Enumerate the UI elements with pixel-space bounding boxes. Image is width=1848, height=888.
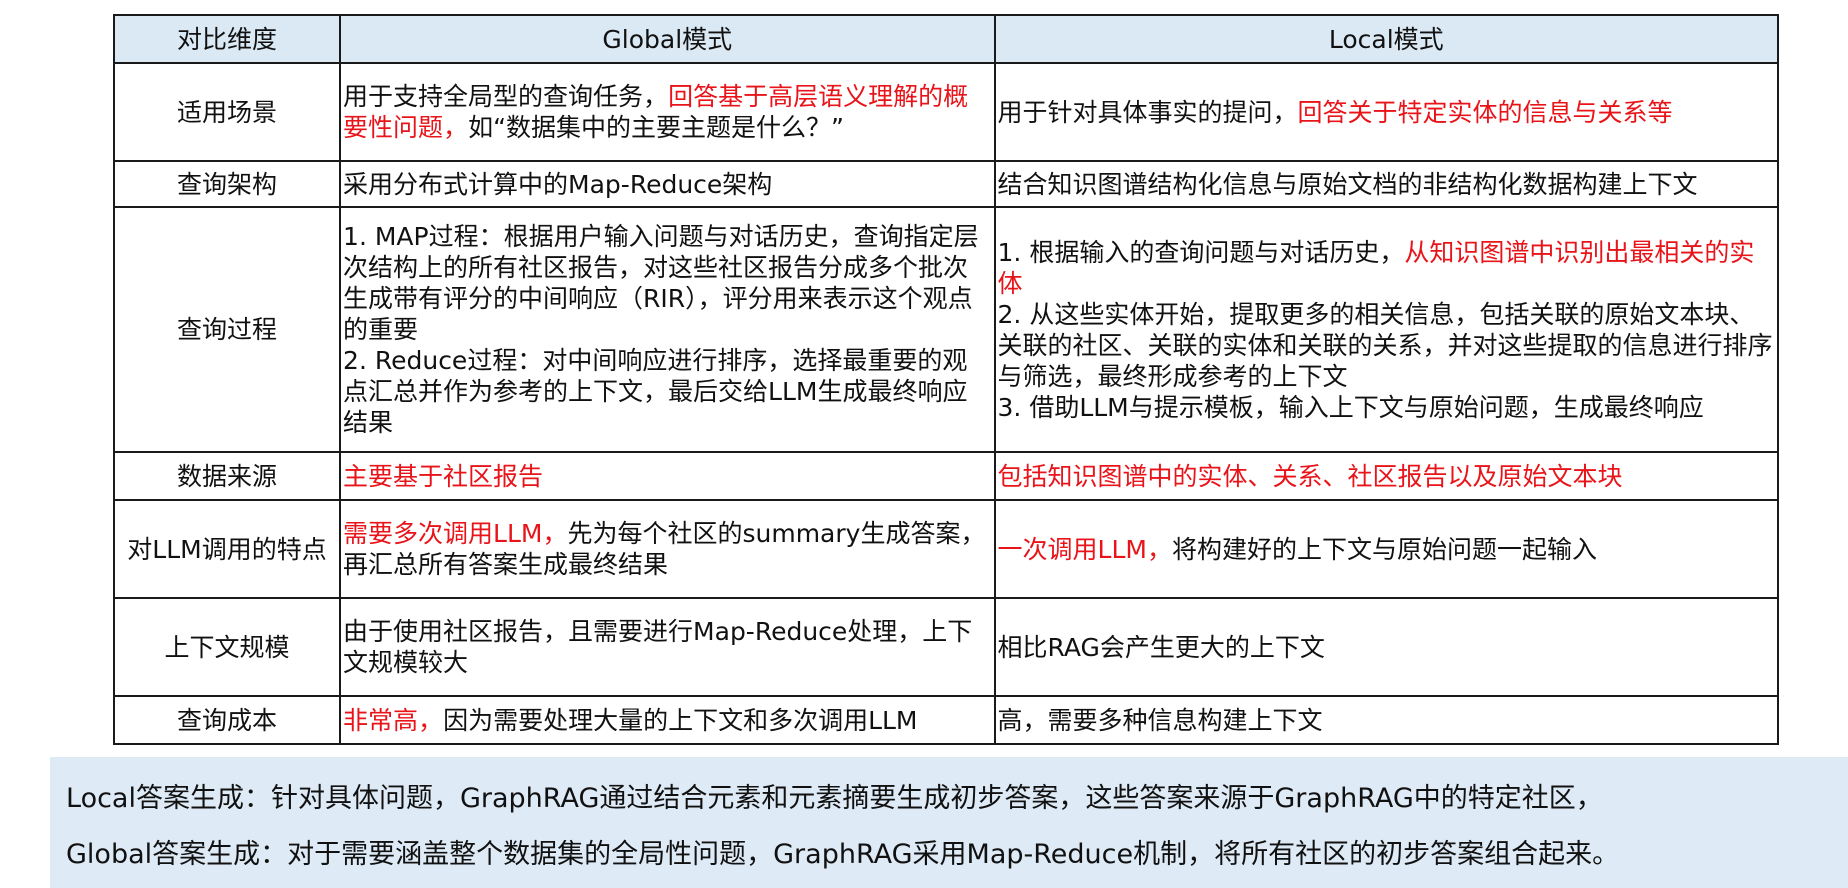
global-cell: 采用分布式计算中的Map-Reduce架构 — [339, 160, 996, 208]
dimension-cell: 数据来源 — [112, 451, 342, 501]
global-cell: 由于使用社区报告，且需要进行Map-Reduce处理，上下文规模较大 — [339, 597, 996, 697]
table-row-query-process: 查询过程 1. MAP过程：根据用户输入问题与对话历史，查询指定层次结构上的所有… — [112, 206, 1780, 453]
global-text: 由于使用社区报告，且需要进行Map-Reduce处理，上下文规模较大 — [343, 617, 973, 677]
local-answer-summary: Local答案生成：针对具体问题，GraphRAG通过结合元素和元素摘要生成初步… — [66, 783, 1603, 814]
header-dimension: 对比维度 — [112, 14, 342, 64]
summary-box: Local答案生成：针对具体问题，GraphRAG通过结合元素和元素摘要生成初步… — [50, 757, 1848, 888]
local-text: 结合知识图谱结构化信息与原始文档的非结构化数据构建上下文 — [997, 169, 1698, 199]
dimension-cell: 上下文规模 — [112, 597, 342, 697]
local-highlight: 一次调用LLM， — [997, 534, 1172, 564]
local-text: 将构建好的上下文与原始问题一起输入 — [1171, 534, 1597, 564]
local-highlight: 回答关于特定实体的信息与关系等 — [1297, 97, 1673, 127]
dimension-cell: 适用场景 — [112, 62, 342, 162]
table-row-applicable-scenario: 适用场景 用于支持全局型的查询任务，回答基于高层语义理解的概要性问题，如“数据集… — [112, 62, 1780, 162]
local-cell: 相比RAG会产生更大的上下文 — [993, 597, 1780, 697]
global-answer-summary: Global答案生成：对于需要涵盖整个数据集的全局性问题，GraphRAG采用M… — [66, 839, 1620, 870]
table-row-query-cost: 查询成本 非常高，因为需要处理大量的上下文和多次调用LLM 高，需要多种信息构建… — [112, 695, 1780, 745]
global-text: 用于支持全局型的查询任务， — [343, 82, 669, 111]
local-cell: 1. 根据输入的查询问题与对话历史，从知识图谱中识别出最相关的实体 2. 从这些实… — [993, 206, 1780, 453]
local-cell: 包括知识图谱中的实体、关系、社区报告以及原始文本块 — [993, 451, 1780, 501]
dimension-cell: 对LLM调用的特点 — [112, 499, 342, 599]
global-highlight: 非常高， — [343, 705, 444, 735]
local-step-1: 1. 根据输入的查询问题与对话历史， — [997, 237, 1405, 267]
table-row-context-scale: 上下文规模 由于使用社区报告，且需要进行Map-Reduce处理，上下文规模较大… — [112, 597, 1780, 697]
local-text: 相比RAG会产生更大的上下文 — [997, 632, 1325, 662]
global-step-map: 1. MAP过程：根据用户输入问题与对话历史，查询指定层次结构上的所有社区报告，… — [343, 222, 979, 344]
local-text: 用于针对具体事实的提问， — [997, 97, 1298, 127]
local-text: 高，需要多种信息构建上下文 — [997, 705, 1323, 735]
global-highlight: 需要多次调用LLM， — [343, 519, 568, 548]
dimension-cell: 查询架构 — [112, 160, 342, 208]
dimension-cell: 查询过程 — [112, 206, 342, 453]
global-text: 如“数据集中的主要主题是什么？” — [468, 113, 844, 142]
local-cell: 用于针对具体事实的提问，回答关于特定实体的信息与关系等 — [993, 62, 1780, 162]
global-cell: 主要基于社区报告 — [339, 451, 996, 501]
global-text: 因为需要处理大量的上下文和多次调用LLM — [443, 705, 918, 735]
global-text: 采用分布式计算中的Map-Reduce架构 — [343, 169, 773, 199]
local-cell: 一次调用LLM，将构建好的上下文与原始问题一起输入 — [993, 499, 1780, 599]
global-cell: 用于支持全局型的查询任务，回答基于高层语义理解的概要性问题，如“数据集中的主要主… — [339, 62, 996, 162]
table-header-row: 对比维度 Global模式 Local模式 — [112, 14, 1780, 64]
local-step-3: 3. 借助LLM与提示模板，输入上下文与原始问题，生成最终响应 — [997, 392, 1704, 422]
global-step-reduce: 2. Reduce过程：对中间响应进行排序，选择最重要的观点汇总并作为参考的上下… — [343, 346, 968, 437]
global-cell: 1. MAP过程：根据用户输入问题与对话历史，查询指定层次结构上的所有社区报告，… — [339, 206, 996, 453]
table-row-llm-call-traits: 对LLM调用的特点 需要多次调用LLM，先为每个社区的summary生成答案，再… — [112, 499, 1780, 599]
local-step-2: 2. 从这些实体开始，提取更多的相关信息，包括关联的原始文本块、关联的社区、关联… — [997, 299, 1773, 391]
local-cell: 结合知识图谱结构化信息与原始文档的非结构化数据构建上下文 — [993, 160, 1780, 208]
dimension-cell: 查询成本 — [112, 695, 342, 745]
header-global-mode: Global模式 — [339, 14, 996, 64]
local-highlight: 包括知识图谱中的实体、关系、社区报告以及原始文本块 — [997, 461, 1623, 491]
table-row-data-source: 数据来源 主要基于社区报告 包括知识图谱中的实体、关系、社区报告以及原始文本块 — [112, 451, 1780, 501]
global-cell: 需要多次调用LLM，先为每个社区的summary生成答案，再汇总所有答案生成最终… — [339, 499, 996, 599]
comparison-table: 对比维度 Global模式 Local模式 适用场景 用于支持全局型的查询任务，… — [112, 14, 1780, 745]
global-cell: 非常高，因为需要处理大量的上下文和多次调用LLM — [339, 695, 996, 745]
global-highlight: 主要基于社区报告 — [343, 461, 544, 491]
header-local-mode: Local模式 — [993, 14, 1780, 64]
local-cell: 高，需要多种信息构建上下文 — [993, 695, 1780, 745]
table-row-query-architecture: 查询架构 采用分布式计算中的Map-Reduce架构 结合知识图谱结构化信息与原… — [112, 160, 1780, 208]
